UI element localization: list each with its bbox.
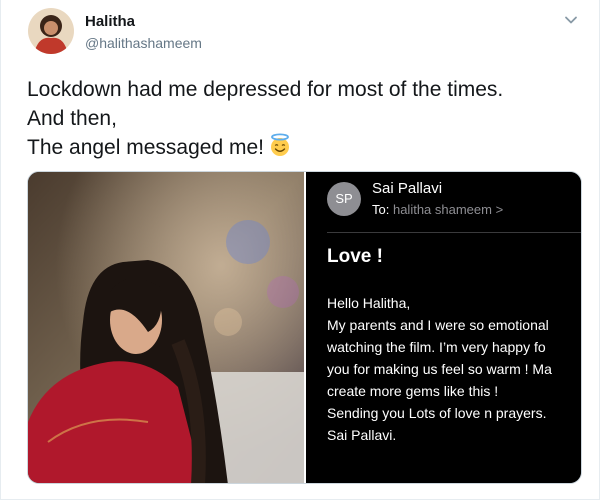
email-recipient-line: To: halitha shameem > bbox=[372, 202, 503, 217]
tweet-media[interactable]: SP Sai Pallavi To: halitha shameem > Lov… bbox=[27, 171, 582, 484]
email-body-line: Sai Pallavi. bbox=[327, 427, 397, 443]
tweet-text-line: The angel messaged me! bbox=[27, 133, 587, 162]
author-name[interactable]: Halitha bbox=[85, 13, 135, 30]
email-body: Hello Halitha, My parents and I were so … bbox=[327, 292, 581, 446]
email-body-line: Hello Halitha, bbox=[327, 295, 411, 311]
tweet-text-fragment: The angel messaged me! bbox=[27, 136, 264, 159]
tweet-text: Lockdown had me depressed for most of th… bbox=[27, 75, 587, 162]
email-body-line: Sending you Lots of love n prayers. bbox=[327, 405, 547, 421]
author-avatar[interactable] bbox=[28, 8, 74, 54]
email-body-line: My parents and I were so emotional bbox=[327, 317, 549, 333]
email-header-divider bbox=[327, 232, 581, 233]
sender-avatar: SP bbox=[327, 182, 361, 216]
email-body-line: watching the film. I’m very happy fo bbox=[327, 339, 546, 355]
chevron-down-icon[interactable] bbox=[563, 12, 579, 28]
email-to-value: halitha shameem > bbox=[392, 202, 504, 217]
email-sender: Sai Pallavi bbox=[372, 180, 443, 197]
email-body-line: you for making us feel so warm ! Ma bbox=[327, 361, 552, 377]
tweet-text-line: Lockdown had me depressed for most of th… bbox=[27, 78, 504, 101]
tweet-text-line: And then, bbox=[27, 107, 117, 130]
email-subject: Love ! bbox=[327, 246, 383, 267]
author-handle[interactable]: @halithashameem bbox=[85, 35, 202, 51]
tweet-card: Halitha @halithashameem Lockdown had me … bbox=[0, 0, 600, 500]
email-to-label: To: bbox=[372, 202, 390, 217]
attached-photo[interactable] bbox=[28, 172, 304, 483]
email-body-line: create more gems like this ! bbox=[327, 383, 499, 399]
email-screenshot: SP Sai Pallavi To: halitha shameem > Lov… bbox=[306, 172, 581, 483]
smiling-face-with-halo-icon bbox=[268, 133, 292, 157]
